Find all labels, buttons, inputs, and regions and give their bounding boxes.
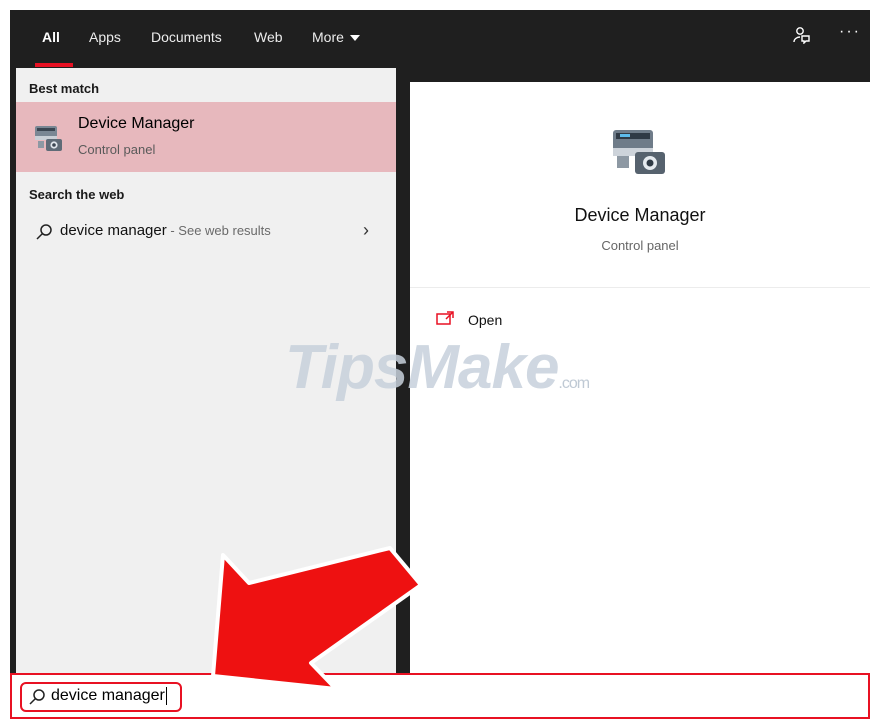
annotation-arrow [211,546,423,691]
